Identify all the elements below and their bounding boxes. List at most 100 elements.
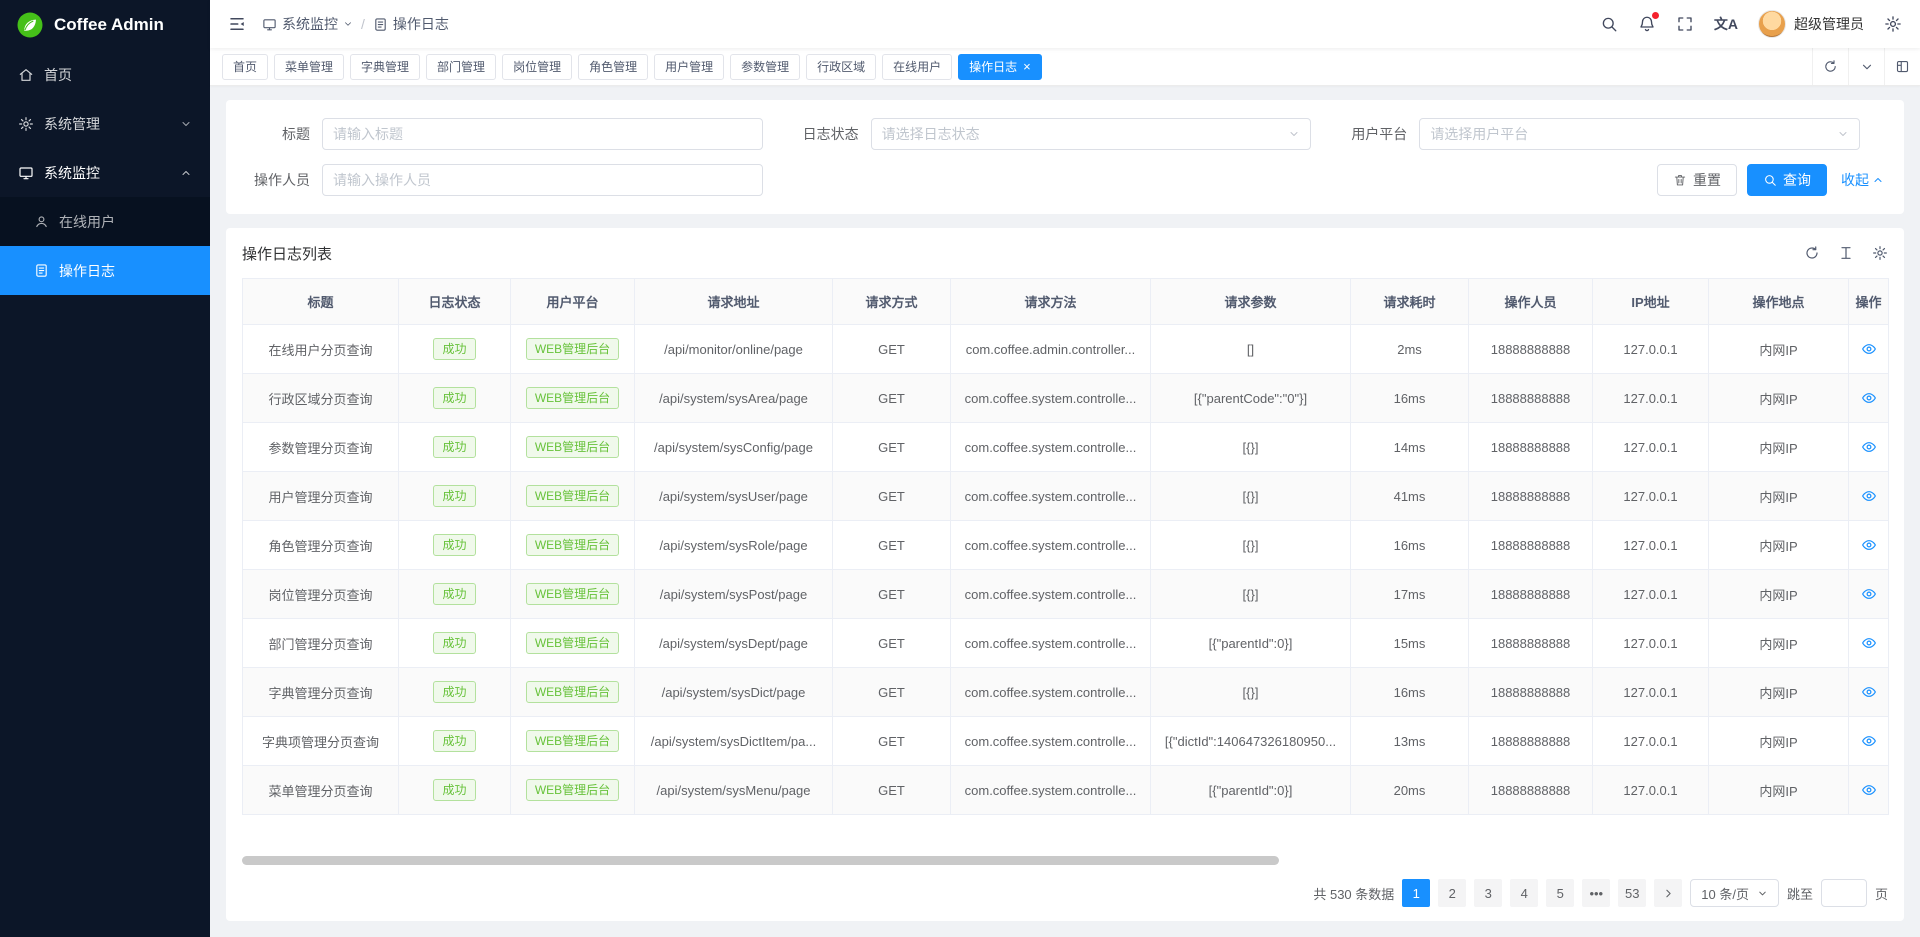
breadcrumb-item-monitor[interactable]: 系统监控 [262, 14, 353, 34]
view-detail-eye-icon[interactable] [1861, 684, 1877, 700]
cell-title: 在线用户分页查询 [243, 325, 399, 374]
cell-operator: 18888888888 [1469, 766, 1593, 815]
tab-item[interactable]: 参数管理 [730, 54, 800, 80]
column-header: 请求地址 [635, 279, 833, 325]
app-logo: Coffee Admin [0, 0, 210, 50]
main-area: 系统监控 / 操作日志 文A 超级管理员 [210, 0, 1920, 937]
tab-item[interactable]: 岗位管理 [502, 54, 572, 80]
cell-handler: com.coffee.system.controlle... [951, 570, 1151, 619]
sidebar-item-system-monitor[interactable]: 系统监控 [0, 148, 210, 197]
layout-icon[interactable] [1884, 48, 1920, 85]
platform-badge: WEB管理后台 [526, 387, 619, 409]
filter-field-operator: 操作人员 [242, 164, 791, 196]
tab-item[interactable]: 用户管理 [654, 54, 724, 80]
cell-request-url: /api/system/sysArea/page [635, 374, 833, 423]
view-detail-eye-icon[interactable] [1861, 635, 1877, 651]
cell-ip: 127.0.0.1 [1593, 668, 1709, 717]
tab-item[interactable]: 首页 [222, 54, 268, 80]
sidebar-item-label: 在线用户 [59, 212, 115, 232]
cell-handler: com.coffee.system.controlle... [951, 668, 1151, 717]
cell-request-method: GET [833, 374, 951, 423]
page-button-1[interactable]: 1 [1402, 879, 1430, 907]
horizontal-scrollbar-thumb[interactable] [242, 856, 1279, 865]
cell-location: 内网IP [1709, 570, 1849, 619]
cell-duration: 13ms [1351, 717, 1469, 766]
view-detail-eye-icon[interactable] [1861, 586, 1877, 602]
view-detail-eye-icon[interactable] [1861, 439, 1877, 455]
platform-select[interactable]: 请选择用户平台 [1419, 118, 1860, 150]
tab-item[interactable]: 操作日志 × [958, 54, 1042, 80]
title-input[interactable] [333, 126, 752, 142]
sidebar-item-home[interactable]: 首页 [0, 50, 210, 99]
page-list: 12345 ••• 53 [1402, 879, 1646, 907]
tabs-dropdown-icon[interactable] [1848, 48, 1884, 85]
cell-handler: com.coffee.system.controlle... [951, 374, 1151, 423]
collapse-link[interactable]: 收起 [1841, 170, 1884, 190]
page-button-3[interactable]: 3 [1474, 879, 1502, 907]
sidebar-item-online-users[interactable]: 在线用户 [0, 197, 210, 246]
operator-input[interactable] [333, 172, 752, 188]
tab-close-icon[interactable]: × [1023, 60, 1031, 73]
cell-handler: com.coffee.system.controlle... [951, 521, 1151, 570]
tab-actions [1812, 48, 1920, 85]
translate-icon[interactable]: 文A [1714, 14, 1738, 34]
log-table: 标题日志状态用户平台请求地址请求方式请求方法请求参数请求耗时操作人员IP地址操作… [242, 278, 1888, 815]
column-header: 请求耗时 [1351, 279, 1469, 325]
search-button[interactable]: 查询 [1747, 164, 1827, 196]
cell-title: 字典项管理分页查询 [243, 717, 399, 766]
column-header: 日志状态 [399, 279, 511, 325]
settings-gear-icon[interactable] [1884, 15, 1902, 33]
tab-item[interactable]: 在线用户 [882, 54, 952, 80]
cell-ip: 127.0.0.1 [1593, 619, 1709, 668]
platform-label: 用户平台 [1339, 124, 1419, 144]
refresh-tab-icon[interactable] [1812, 48, 1848, 85]
view-detail-eye-icon[interactable] [1861, 341, 1877, 357]
menu-fold-icon[interactable] [228, 15, 246, 33]
app-root: Coffee Admin 首页 系统管理 系统监控 在线用户 [0, 0, 1920, 937]
cell-actions [1849, 570, 1889, 619]
page-button-53[interactable]: 53 [1618, 879, 1646, 907]
page-button-2[interactable]: 2 [1438, 879, 1466, 907]
tab-item[interactable]: 菜单管理 [274, 54, 344, 80]
tab-item[interactable]: 字典管理 [350, 54, 420, 80]
monitor-icon [18, 165, 34, 181]
view-detail-eye-icon[interactable] [1861, 782, 1877, 798]
sidebar-item-operation-logs[interactable]: 操作日志 [0, 246, 210, 295]
view-detail-eye-icon[interactable] [1861, 390, 1877, 406]
platform-badge: WEB管理后台 [526, 436, 619, 458]
sidebar-item-label: 首页 [44, 65, 72, 85]
refresh-icon[interactable] [1804, 245, 1820, 261]
fullscreen-icon[interactable] [1676, 15, 1694, 33]
avatar [1758, 10, 1786, 38]
bell-icon[interactable] [1638, 15, 1656, 33]
tab-item[interactable]: 角色管理 [578, 54, 648, 80]
sidebar-item-label: 系统管理 [44, 114, 100, 134]
total-count: 共 530 条数据 [1313, 884, 1394, 903]
view-detail-eye-icon[interactable] [1861, 537, 1877, 553]
user-menu[interactable]: 超级管理员 [1758, 10, 1864, 38]
table-row: 字典项管理分页查询 成功 WEB管理后台 /api/system/sysDict… [243, 717, 1889, 766]
page-button-4[interactable]: 4 [1510, 879, 1538, 907]
status-select[interactable]: 请选择日志状态 [871, 118, 1312, 150]
reset-button[interactable]: 重置 [1657, 164, 1737, 196]
cell-location: 内网IP [1709, 325, 1849, 374]
tab-item[interactable]: 部门管理 [426, 54, 496, 80]
operator-label: 操作人员 [242, 170, 322, 190]
cell-platform: WEB管理后台 [511, 668, 635, 717]
sidebar-item-system-management[interactable]: 系统管理 [0, 99, 210, 148]
tab-item[interactable]: 行政区域 [806, 54, 876, 80]
view-detail-eye-icon[interactable] [1861, 488, 1877, 504]
next-page-button[interactable] [1654, 879, 1682, 907]
chevron-down-icon [1837, 128, 1849, 140]
page-button-5[interactable]: 5 [1546, 879, 1574, 907]
cell-request-method: GET [833, 521, 951, 570]
page-ellipsis[interactable]: ••• [1582, 879, 1610, 907]
jump-page-input[interactable] [1821, 879, 1867, 907]
view-detail-eye-icon[interactable] [1861, 733, 1877, 749]
cell-status: 成功 [399, 521, 511, 570]
page-size-select[interactable]: 10 条/页 [1690, 879, 1779, 907]
cell-params: [{}] [1151, 668, 1351, 717]
column-height-icon[interactable] [1838, 245, 1854, 261]
table-settings-gear-icon[interactable] [1872, 245, 1888, 261]
search-icon[interactable] [1600, 15, 1618, 33]
